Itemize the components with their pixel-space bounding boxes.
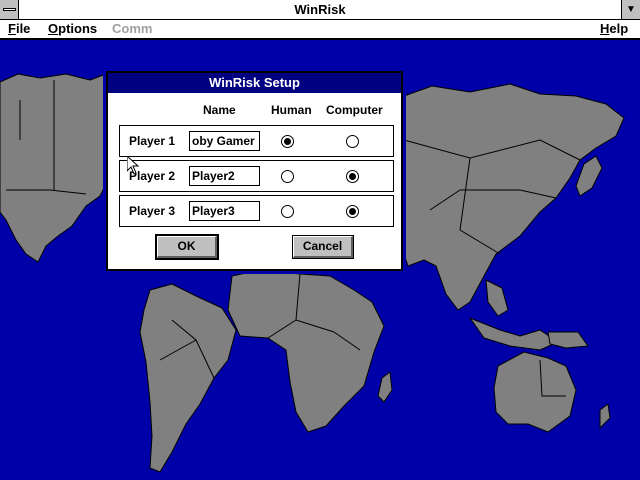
player-3-label: Player 3 <box>129 204 176 218</box>
header-human: Human <box>271 103 312 117</box>
title-bar[interactable]: WinRisk ▼ <box>0 0 640 20</box>
territory-eurasia <box>401 83 625 311</box>
player-2-human-radio[interactable] <box>281 170 294 183</box>
header-name: Name <box>203 103 236 117</box>
header-computer: Computer <box>326 103 383 117</box>
player-2-name-input[interactable]: Player2 <box>189 166 260 186</box>
system-menu-icon <box>3 8 16 11</box>
cancel-button[interactable]: Cancel <box>292 235 354 259</box>
dialog-title[interactable]: WinRisk Setup <box>108 73 401 93</box>
window-title: WinRisk <box>294 2 346 17</box>
menu-bar: File Options Comm Help <box>0 20 640 39</box>
system-menu-button[interactable] <box>0 0 19 19</box>
menu-options-mnemonic: O <box>48 21 59 36</box>
menu-comm: Comm <box>112 21 153 36</box>
player-1-human-radio[interactable] <box>281 135 294 148</box>
territory-australia <box>493 351 577 433</box>
player-row-2: Player 2 Player2 <box>119 160 394 192</box>
mouse-pointer-icon <box>127 156 139 175</box>
player-1-label: Player 1 <box>129 134 176 148</box>
maximize-button[interactable]: ▼ <box>621 0 640 19</box>
menu-options-rest: ptions <box>58 21 98 36</box>
menu-file[interactable]: File <box>8 21 30 36</box>
territory-south-america <box>139 283 237 473</box>
territory-southeast-asia <box>485 279 509 317</box>
player-row-1: Player 1 oby Gamer <box>119 125 394 157</box>
menu-help-rest: elp <box>609 21 629 36</box>
territory-japan <box>575 155 603 197</box>
territory-new-zealand <box>599 403 611 429</box>
player-2-computer-radio[interactable] <box>346 170 359 183</box>
ok-button[interactable]: OK <box>155 234 219 260</box>
territory-indonesia <box>469 317 559 351</box>
player-row-3: Player 3 Player3 <box>119 195 394 227</box>
territory-new-guinea <box>547 331 589 349</box>
player-1-name-input[interactable]: oby Gamer <box>189 131 260 151</box>
menu-file-mnemonic: F <box>8 21 16 36</box>
menu-help[interactable]: Help <box>600 21 628 36</box>
player-3-name-input[interactable]: Player3 <box>189 201 260 221</box>
player-1-computer-radio[interactable] <box>346 135 359 148</box>
menu-options[interactable]: Options <box>48 21 97 36</box>
territory-madagascar <box>377 371 393 403</box>
menu-file-rest: ile <box>15 21 31 36</box>
player-3-computer-radio[interactable] <box>346 205 359 218</box>
territory-africa <box>227 269 385 433</box>
player-3-human-radio[interactable] <box>281 205 294 218</box>
menu-help-mnemonic: H <box>600 21 610 36</box>
setup-dialog: WinRisk Setup Name Human Computer Player… <box>103 68 406 274</box>
territory-north-america <box>0 73 111 263</box>
